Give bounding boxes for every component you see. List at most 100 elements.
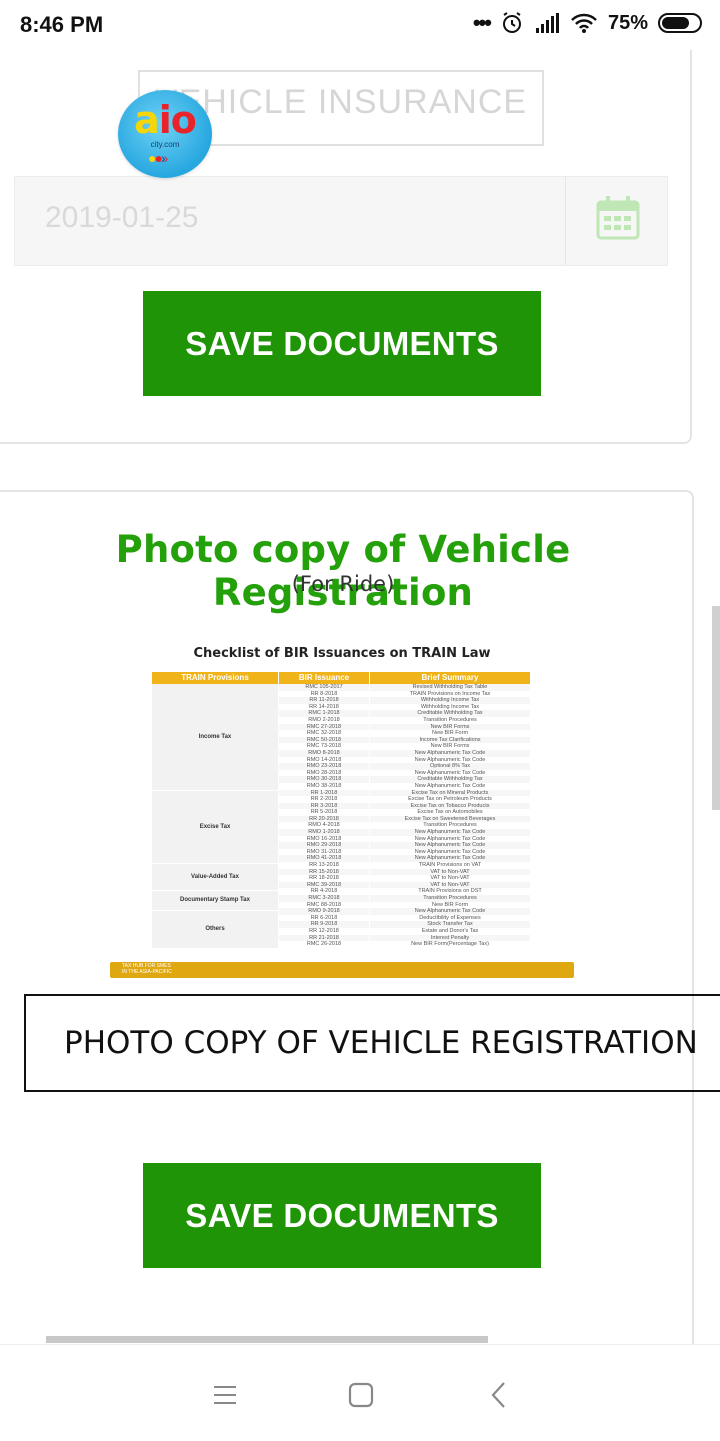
- doc-row: RR 14-2018 Withholding Income Tax: [279, 704, 531, 711]
- divider: [565, 177, 566, 265]
- doc-summary: New Alphanumeric Tax Code: [414, 756, 486, 763]
- app-logo[interactable]: aio city.com ●●››: [118, 90, 212, 178]
- doc-col-header: BIR Issuance: [279, 672, 369, 684]
- doc-summary: New Alphanumeric Tax Code: [414, 782, 486, 789]
- doc-row: RMC 26-2018 New BIR Form(Percentage Tax): [279, 941, 531, 948]
- doc-row: RR 2-2018 Excise Tax on Petroleum Product…: [279, 796, 531, 803]
- doc-issuance: RMC 27-2018: [279, 723, 369, 731]
- save-documents-button[interactable]: SAVE DOCUMENTS: [143, 1163, 541, 1268]
- doc-row: RR 20-2018 Excise Tax on Sweetened Bevera…: [279, 815, 531, 823]
- doc-row: RR 1-2018 Excise Tax on Mineral Products: [279, 789, 531, 797]
- doc-issuance: RMO 2-2018: [308, 716, 340, 723]
- doc-issuance: RR 13-2018: [309, 862, 339, 869]
- doc-col-header: Brief Summary: [370, 672, 530, 684]
- doc-row: RR 8-2018 TRAIN Provisions on Income Tax: [279, 691, 531, 698]
- card-subheading: (For Ride): [291, 572, 395, 596]
- doc-row: RMC 73-2018 New BIR Forms: [279, 743, 531, 750]
- doc-issuance: RMC 3-2018: [279, 895, 369, 902]
- doc-row: RMO 30-2018 Creditable Withholding Tax: [279, 776, 531, 783]
- doc-summary: Interest Penalty: [370, 934, 530, 942]
- doc-footer-line2: IN THE ASIA-PACIFIC: [122, 969, 172, 975]
- doc-issuance: RMC 39-2018: [279, 881, 369, 889]
- registration-field[interactable]: PHOTO COPY OF VEHICLE REGISTRATION: [24, 994, 720, 1092]
- doc-issuance: RMC 32-2018: [306, 730, 342, 737]
- doc-issuance: RR 18-2018: [309, 875, 339, 882]
- status-icons: ••• 75%: [473, 10, 702, 36]
- doc-row: RMC 3-2018 Transition Procedures: [279, 895, 531, 902]
- doc-summary: New Alphanumeric Tax Code: [414, 848, 486, 855]
- doc-issuance: RMO 14-2018: [306, 756, 342, 763]
- signal-icon: [534, 12, 560, 34]
- doc-summary: New BIR Form(Percentage Tax): [411, 941, 489, 948]
- status-bar: 8:46 PM ••• 75%: [0, 0, 720, 50]
- home-icon[interactable]: [337, 1373, 385, 1417]
- date-input[interactable]: 2019-01-25: [14, 176, 668, 266]
- doc-row: RMO 38-2018 New Alphanumeric Tax Code: [279, 783, 531, 790]
- doc-issuance: RMO 30-2018: [279, 776, 369, 783]
- doc-summary: Estate and Donor's Tax: [421, 927, 479, 934]
- doc-issuance: RMO 29-2018: [279, 842, 369, 849]
- battery-percent: 75%: [607, 11, 648, 34]
- doc-rows: RMC 105-2017 Revised Withholding Tax Tabl…: [279, 684, 531, 948]
- doc-category: Documentary Stamp Tax: [152, 890, 278, 911]
- doc-category: Excise Tax: [152, 790, 278, 864]
- doc-row: RR 3-2018 Excise Tax on Tobacco Products: [279, 802, 531, 810]
- document-table-body: Income Tax Excise Tax Value-Added Tax Do…: [152, 684, 532, 949]
- doc-issuance: RR 15-2018: [279, 868, 369, 876]
- doc-row: RMO 4-2018 Transition Procedures: [279, 822, 531, 829]
- logo-dots-icon: ●●››: [148, 150, 168, 166]
- doc-summary: Creditable Withholding Tax: [370, 776, 530, 783]
- doc-issuance: RMO 1-2018: [279, 829, 369, 836]
- doc-summary: Withholding Income Tax: [370, 697, 530, 704]
- save-documents-button[interactable]: SAVE DOCUMENTS: [143, 291, 541, 396]
- doc-summary: Optional 8% Tax: [370, 763, 530, 770]
- doc-row: RR 21-2018 Interest Penalty: [279, 934, 531, 942]
- doc-summary: VAT to Non-VAT: [370, 868, 530, 876]
- doc-summary: Deductibility of Expenses: [419, 914, 481, 921]
- menu-icon[interactable]: [201, 1373, 249, 1417]
- doc-row: RR 9-2018 Stock Transfer Tax: [279, 921, 531, 928]
- doc-row: RMO 29-2018 New Alphanumeric Tax Code: [279, 842, 531, 849]
- doc-row: RR 18-2018 VAT to Non-VAT: [279, 875, 531, 882]
- doc-row: RMO 23-2018 Optional 8% Tax: [279, 763, 531, 770]
- doc-row: RMO 2-2018 Transition Procedures: [279, 717, 531, 724]
- doc-row: RR 12-2018 Estate and Donor's Tax: [279, 928, 531, 935]
- vertical-scrollbar[interactable]: [712, 606, 720, 810]
- doc-row: RMC 105-2017 Revised Withholding Tax Tabl…: [279, 684, 531, 691]
- doc-issuance: RMC 105-2017: [279, 684, 369, 691]
- doc-summary: VAT to Non-VAT: [430, 875, 470, 882]
- horizontal-scrollbar[interactable]: [46, 1336, 488, 1343]
- wifi-icon: [570, 12, 598, 34]
- battery-icon: [658, 13, 702, 33]
- calendar-icon[interactable]: [595, 195, 641, 246]
- doc-row: RMC 50-2018 Income Tax Clarifications: [279, 736, 531, 744]
- doc-summary: New Alphanumeric Tax Code: [414, 835, 486, 842]
- doc-summary: New Alphanumeric Tax Code: [370, 842, 530, 849]
- battery-level: [662, 17, 689, 29]
- doc-summary: New Alphanumeric Tax Code: [370, 855, 530, 863]
- doc-row: RMC 39-2018 VAT to Non-VAT: [279, 881, 531, 889]
- doc-issuance: RR 20-2018: [279, 815, 369, 823]
- doc-summary: New Alphanumeric Tax Code: [370, 908, 530, 915]
- navigation-bar: [0, 1344, 720, 1441]
- doc-issuance: RR 21-2018: [279, 934, 369, 942]
- doc-issuance: RR 2-2018: [310, 796, 338, 803]
- doc-issuance: RMC 88-2018: [306, 901, 342, 908]
- back-icon[interactable]: [475, 1373, 523, 1417]
- doc-summary: Transition Procedures: [423, 822, 477, 829]
- logo-text: aio: [134, 98, 197, 142]
- document-image[interactable]: Checklist of BIR Issuances on TRAIN Law …: [108, 632, 576, 980]
- doc-row: RMC 32-2018 New BIR Form: [279, 730, 531, 737]
- doc-issuance: RR 3-2018: [279, 802, 369, 810]
- doc-issuance: RMO 23-2018: [279, 763, 369, 770]
- doc-issuance: RMO 38-2018: [306, 782, 342, 789]
- doc-issuance: RMO 31-2018: [306, 848, 342, 855]
- doc-issuance: RMC 26-2018: [306, 941, 342, 948]
- doc-row: RR 6-2018 Deductibility of Expenses: [279, 915, 531, 922]
- doc-row: RMO 16-2018 New Alphanumeric Tax Code: [279, 836, 531, 843]
- doc-summary: Excise Tax on Petroleum Products: [408, 796, 492, 803]
- doc-issuance: RMO 41-2018: [279, 855, 369, 863]
- doc-category: Income Tax: [152, 684, 278, 791]
- doc-row: RR 11-2018 Withholding Income Tax: [279, 697, 531, 704]
- doc-summary: VAT to Non-VAT: [370, 881, 530, 889]
